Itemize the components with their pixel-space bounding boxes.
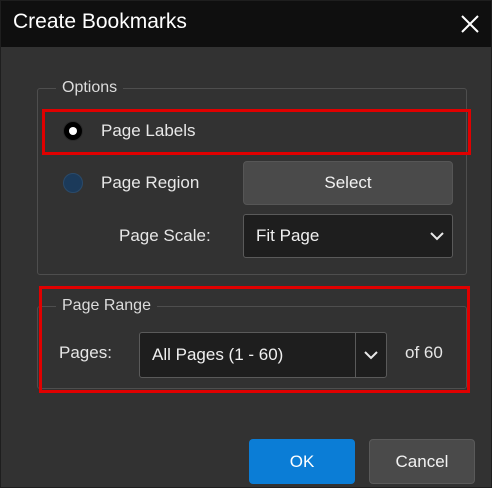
pages-label: Pages: (59, 343, 112, 362)
ok-button[interactable]: OK (249, 439, 355, 484)
page-labels-label[interactable]: Page Labels (101, 121, 196, 141)
pages-value: All Pages (1 - 60) (152, 345, 284, 364)
pages-dropdown[interactable]: All Pages (1 - 60) (139, 332, 387, 378)
page-region-radio[interactable] (63, 173, 83, 193)
options-legend: Options (62, 79, 118, 96)
create-bookmarks-dialog: Create Bookmarks Options Page Labels Pag… (0, 0, 492, 488)
page-labels-option[interactable]: Page Labels (63, 121, 196, 141)
chevron-down-icon (422, 231, 452, 241)
dialog-title: Create Bookmarks (13, 10, 187, 33)
cancel-button[interactable]: Cancel (369, 439, 475, 484)
page-range-legend: Page Range (62, 297, 151, 314)
page-labels-radio[interactable] (63, 121, 83, 141)
page-scale-dropdown[interactable]: Fit Page (243, 214, 453, 258)
page-scale-value: Fit Page (256, 226, 320, 245)
page-total: of 60 (405, 343, 443, 362)
page-scale-label: Page Scale: (119, 226, 211, 245)
chevron-down-icon[interactable] (356, 350, 386, 360)
select-button[interactable]: Select (243, 161, 453, 205)
close-icon (461, 15, 479, 33)
close-button[interactable] (455, 9, 485, 39)
title-bar: Create Bookmarks (1, 1, 491, 47)
page-region-option[interactable]: Page Region (63, 173, 199, 193)
page-region-label[interactable]: Page Region (101, 173, 199, 193)
